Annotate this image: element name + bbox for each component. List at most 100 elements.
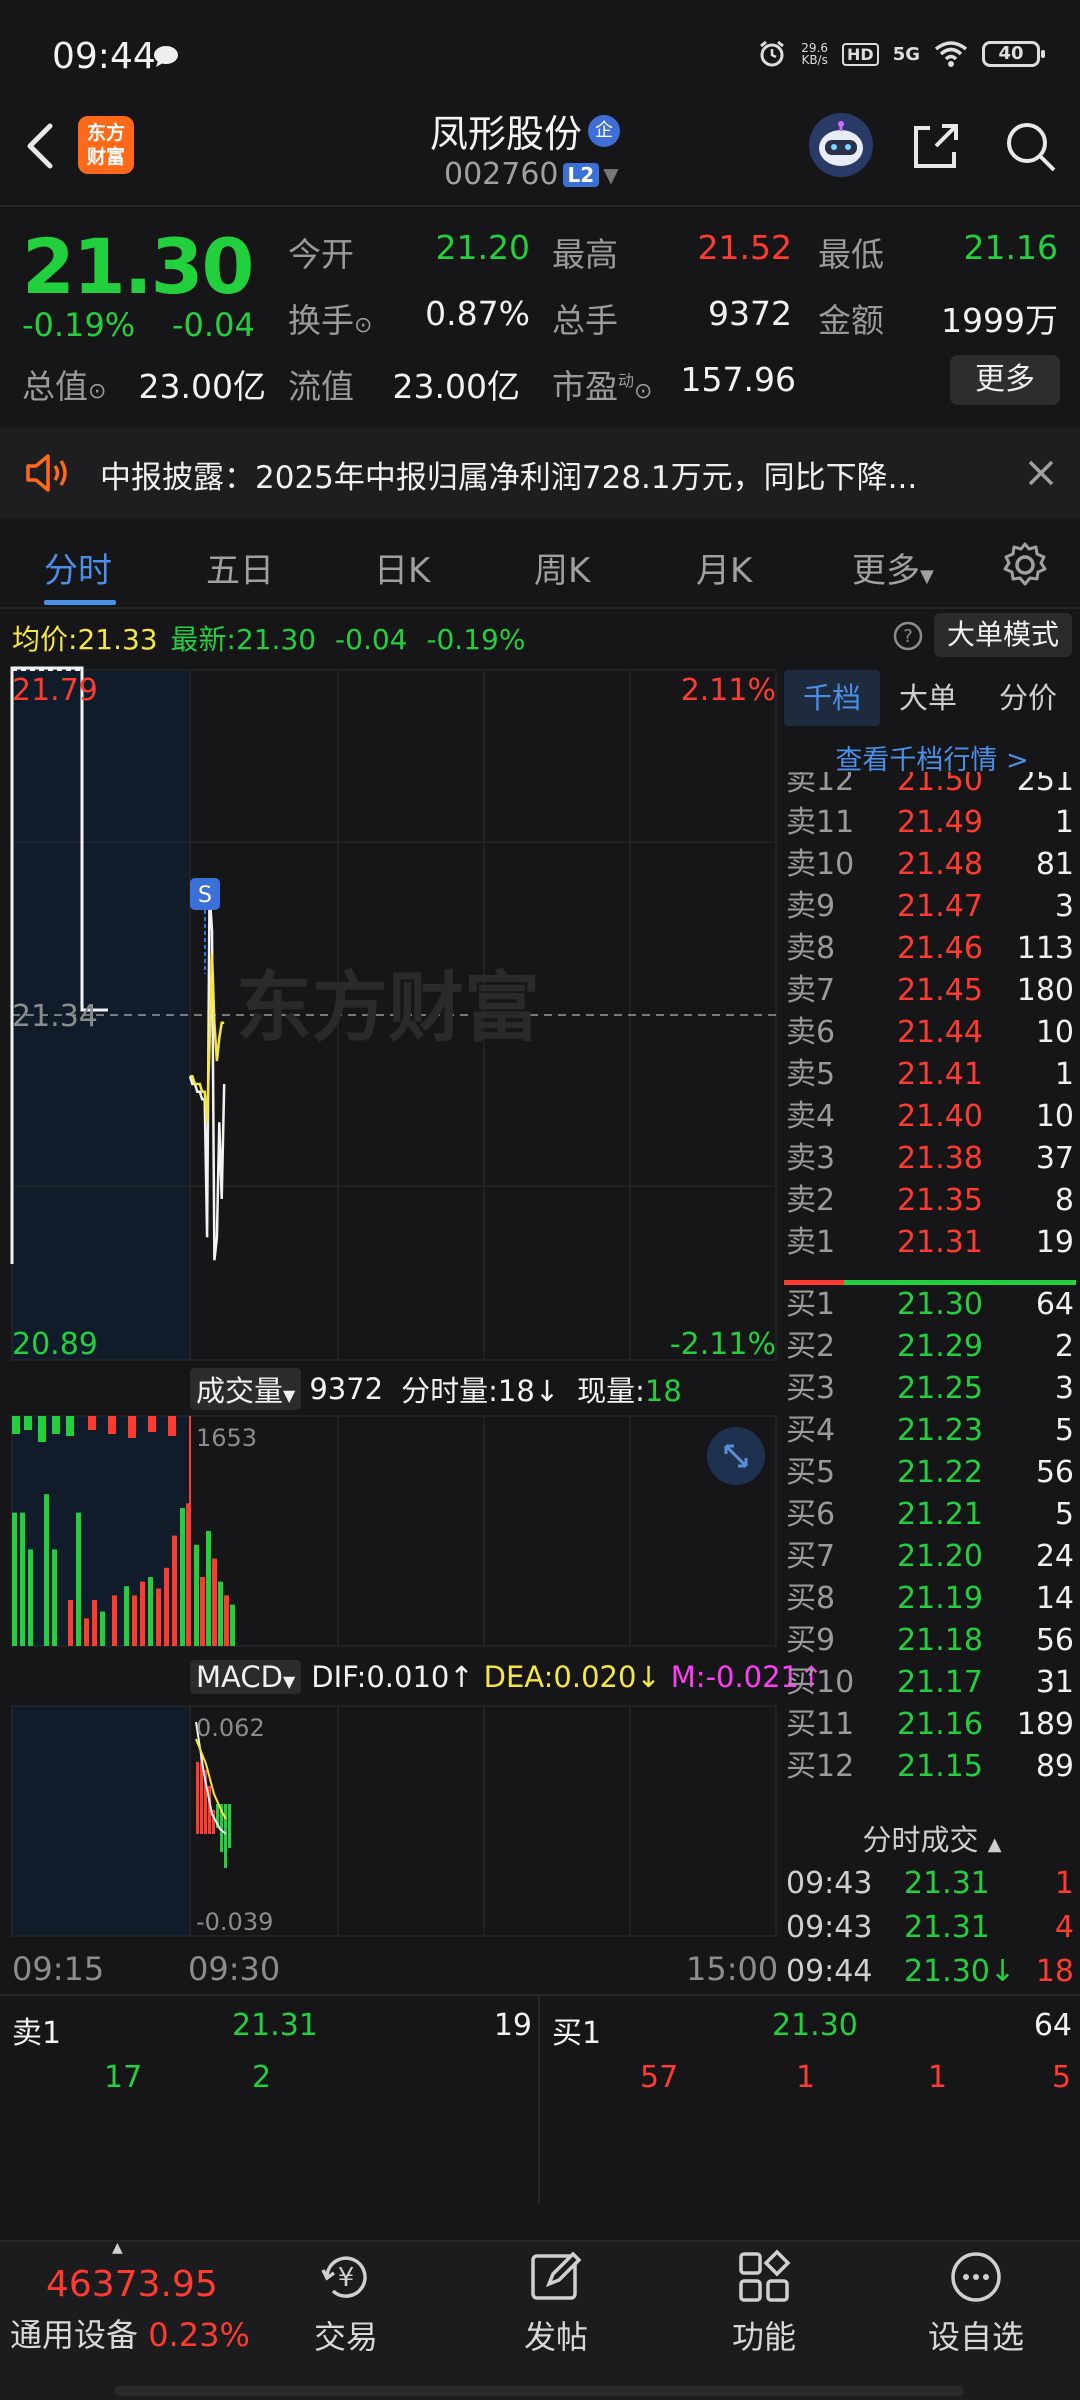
pe-label[interactable]: 市盈动⊙	[552, 360, 652, 408]
queue-sell-label: 卖1	[12, 2016, 62, 2051]
more-dots-icon	[951, 2252, 1001, 2302]
nav-post[interactable]: 发帖	[486, 2248, 626, 2358]
level2-badge: L2	[562, 162, 600, 187]
volume-indicator-selector[interactable]: 成交量▼	[190, 1368, 302, 1410]
tab-daily-k[interactable]: 日K	[374, 543, 430, 592]
bid-level-row[interactable]: 买3 21.25 3	[784, 1368, 1080, 1410]
tab-thousand-levels[interactable]: 千档	[784, 670, 880, 726]
ask-level-row[interactable]: 卖2 21.35 8	[784, 1180, 1080, 1222]
bid-level-row[interactable]: 买4 21.23 5	[784, 1410, 1080, 1452]
caret-down-icon: ▼	[283, 1386, 296, 1405]
ask-level-row[interactable]: 卖1 21.31 19	[784, 1222, 1080, 1264]
help-icon[interactable]: ?	[892, 620, 924, 652]
ask-level-row[interactable]: 卖5 21.41 1	[784, 1054, 1080, 1096]
expand-icon[interactable]	[706, 1426, 766, 1486]
macd-header: MACD▼ DIF:0.010↑ DEA:0.020↓ M:-0.021↑	[190, 1660, 823, 1694]
bid-level-row[interactable]: 买8 21.19 14	[784, 1578, 1080, 1620]
order-book-list[interactable]: 卖12 21.50 251 卖11 21.49 1 卖10 21.48 81 卖9 21.47 3 卖8…	[784, 772, 1080, 1810]
market-cap-value: 23.00亿	[138, 367, 266, 406]
order-queue-panel[interactable]	[0, 1994, 1080, 2204]
bid-level-label: 买2	[786, 1329, 836, 1364]
bid-level-price: 21.16	[897, 1707, 983, 1742]
yuan-refresh-icon: ¥	[321, 2256, 367, 2298]
ask-level-row[interactable]: 卖9 21.47 3	[784, 886, 1080, 928]
sector-index-value[interactable]: 46373.95	[46, 2264, 218, 2305]
ask-level-volume: 251	[1016, 772, 1074, 798]
time-axis-end: 15:00	[686, 1950, 779, 1988]
close-icon[interactable]	[1022, 454, 1060, 492]
tab-price-distribution[interactable]: 分价	[976, 670, 1080, 726]
order-book-tabs: 千档 大单 分价	[784, 670, 1080, 730]
tab-big-orders[interactable]: 大单	[880, 670, 976, 726]
bid-level-row[interactable]: 买2 21.29 2	[784, 1326, 1080, 1368]
volume-bar	[168, 1416, 176, 1436]
edit-icon	[531, 2251, 582, 2300]
tab-monthly-k[interactable]: 月K	[696, 543, 752, 592]
bid-level-row[interactable]: 买1 21.30 64	[784, 1284, 1080, 1326]
bid-level-label: 买9	[786, 1623, 836, 1658]
home-indicator	[114, 2386, 964, 2396]
volume-bar	[224, 1595, 229, 1646]
market-cap-label[interactable]: 总值⊙	[22, 360, 106, 408]
robot-assistant-icon[interactable]	[808, 112, 874, 178]
ask-level-row[interactable]: 卖8 21.46 113	[784, 928, 1080, 970]
nav-trade[interactable]: ¥ 交易	[276, 2248, 416, 2358]
tab-intraday[interactable]: 分时	[44, 543, 112, 592]
queue-sell-order: 2	[252, 2060, 272, 2095]
nav-add-watchlist[interactable]: 设自选	[906, 2248, 1046, 2358]
stock-title[interactable]: 凤形股份 企	[430, 103, 621, 158]
app-logo: 东方 财富	[78, 116, 134, 174]
more-stats-button[interactable]: 更多	[950, 355, 1060, 405]
gear-icon[interactable]	[1000, 540, 1050, 590]
tab-weekly-k[interactable]: 周K	[534, 543, 590, 592]
ask-level-row[interactable]: 卖10 21.48 81	[784, 844, 1080, 886]
caret-down-icon: ▼	[920, 566, 934, 587]
ask-level-row[interactable]: 卖7 21.45 180	[784, 970, 1080, 1012]
tick-trades-title[interactable]: 分时成交 ▲	[784, 1817, 1080, 1859]
status-icons: 29.6 KB/s HD 5G 40	[757, 38, 1045, 70]
bid-level-volume: 5	[1054, 1413, 1074, 1448]
macd-indicator-selector[interactable]: MACD▼	[190, 1660, 302, 1694]
stock-code-selector[interactable]: 002760 L2 ▼	[444, 157, 619, 192]
apps-grid-icon	[739, 2249, 791, 2302]
bid-level-row[interactable]: 买7 21.20 24	[784, 1536, 1080, 1578]
share-icon[interactable]	[908, 118, 964, 174]
bid-level-price: 21.29	[897, 1329, 983, 1364]
ask-level-row[interactable]: 卖6 21.44 10	[784, 1012, 1080, 1054]
back-arrow-icon[interactable]	[20, 118, 60, 174]
bid-level-row[interactable]: 买9 21.18 56	[784, 1620, 1080, 1662]
bid-level-row[interactable]: 买12 21.15 89	[784, 1746, 1080, 1788]
volume-bar	[52, 1416, 60, 1434]
bid-level-price: 21.18	[897, 1623, 983, 1658]
sector-index-name[interactable]: 通用设备 0.23%	[10, 2310, 250, 2356]
ask-level-row[interactable]: 卖11 21.49 1	[784, 802, 1080, 844]
price-axis-mid: 21.34	[12, 999, 98, 1034]
turnover-label[interactable]: 换手⊙	[288, 294, 372, 342]
ask-level-row[interactable]: 卖12 21.50 251	[784, 772, 1080, 802]
queue-buy-order: 1	[928, 2060, 948, 2095]
ask-level-row[interactable]: 卖3 21.38 37	[784, 1138, 1080, 1180]
bid-ask-ratio-bar	[784, 1280, 1076, 1285]
announcement-text[interactable]: 中报披露：2025年中报归属净利润728.1万元，同比下降...	[100, 452, 980, 497]
volume-bar	[44, 1494, 49, 1646]
trade-row: 09:43 21.31 4	[786, 1910, 1074, 1945]
time-axis-start: 09:15	[12, 1950, 105, 1988]
bid-level-row[interactable]: 买11 21.16 189	[784, 1704, 1080, 1746]
nav-functions[interactable]: 功能	[694, 2248, 834, 2358]
intraday-chart[interactable]: 东方财富 S 21.79 21.34 20.89 2.11% -2.11% 16…	[8, 664, 780, 1954]
bid-level-row[interactable]: 买5 21.22 56	[784, 1452, 1080, 1494]
ask-level-price: 21.47	[897, 889, 983, 924]
ask-levels: 卖12 21.50 251 卖11 21.49 1 卖10 21.48 81 卖9 21.47 3 卖8…	[784, 772, 1080, 1264]
ask-level-row[interactable]: 卖4 21.40 10	[784, 1096, 1080, 1138]
tab-five-day[interactable]: 五日	[206, 543, 274, 592]
pct-axis-top: 2.11%	[681, 673, 776, 708]
search-icon[interactable]	[1002, 118, 1058, 174]
queue-sell-total: 19	[493, 2008, 532, 2043]
bid-level-row[interactable]: 买6 21.21 5	[784, 1494, 1080, 1536]
volume-bar	[148, 1577, 153, 1646]
bid-level-row[interactable]: 买10 21.17 31	[784, 1662, 1080, 1704]
big-order-mode-button[interactable]: 大单模式	[934, 613, 1072, 657]
alarm-icon	[760, 40, 785, 67]
tab-more[interactable]: 更多▼	[852, 543, 934, 592]
volume-bar	[180, 1508, 185, 1646]
